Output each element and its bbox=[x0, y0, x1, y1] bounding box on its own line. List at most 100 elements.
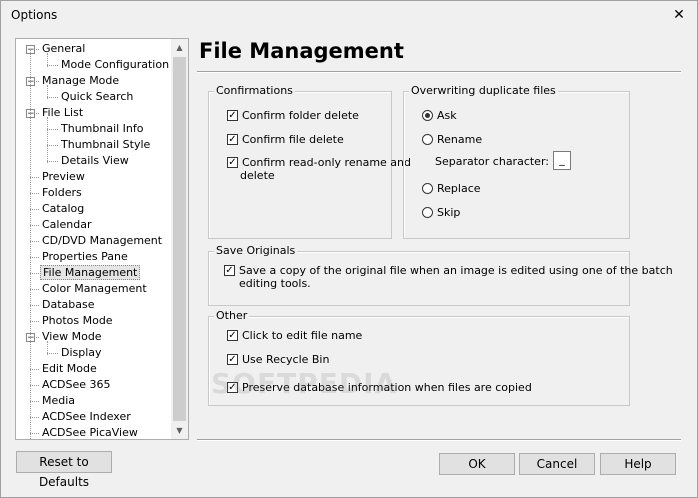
tree-connector bbox=[47, 341, 48, 355]
tree-item-label: Quick Search bbox=[61, 90, 134, 103]
tree-connector bbox=[30, 417, 39, 418]
tree-item-label: Thumbnail Style bbox=[61, 138, 151, 151]
cancel-button[interactable]: Cancel bbox=[519, 453, 595, 475]
scroll-down-icon[interactable]: ▼ bbox=[171, 422, 188, 439]
tree-item[interactable]: Photos Mode bbox=[40, 313, 115, 329]
tree-connector bbox=[30, 257, 39, 258]
radio-icon bbox=[422, 207, 433, 218]
tree-item[interactable]: ACDSee 365 bbox=[40, 377, 113, 393]
tree-item-label: ACDSee PicaView bbox=[42, 426, 138, 439]
tree-item[interactable]: Manage Mode bbox=[40, 73, 121, 89]
tree-connector bbox=[30, 209, 39, 210]
checkbox-checked-icon: ✓ bbox=[227, 354, 238, 365]
tree-item-label: Mode Configuration bbox=[61, 58, 170, 71]
tree-item[interactable]: Properties Pane bbox=[40, 249, 130, 265]
tree-item-label: Display bbox=[61, 346, 102, 359]
radio-icon bbox=[422, 134, 433, 145]
tree-item[interactable]: Media bbox=[40, 393, 77, 409]
tree-item[interactable]: View Mode bbox=[40, 329, 104, 345]
scroll-thumb[interactable] bbox=[173, 57, 186, 421]
overwriting-group: Overwriting duplicate files Ask Rename S… bbox=[403, 84, 630, 239]
tree-item[interactable]: Calendar bbox=[40, 217, 93, 233]
tree-connector bbox=[30, 49, 31, 439]
tree-connector bbox=[47, 353, 58, 354]
tree-connector bbox=[30, 273, 39, 274]
tree-item[interactable]: Thumbnail Style bbox=[59, 137, 152, 153]
checkbox-checked-icon: ✓ bbox=[227, 382, 238, 393]
tree-item[interactable]: CD/DVD Management bbox=[40, 233, 164, 249]
confirmations-group: Confirmations ✓ Confirm folder delete ✓ … bbox=[208, 84, 411, 239]
tree-item[interactable]: ACDSee PicaView bbox=[40, 425, 140, 439]
reset-defaults-button[interactable]: Reset to Defaults bbox=[16, 451, 112, 489]
help-button[interactable]: Help bbox=[600, 453, 676, 475]
tree-item-label: Details View bbox=[61, 154, 129, 167]
tree-connector bbox=[47, 117, 48, 163]
tree-item-label: Edit Mode bbox=[42, 362, 97, 375]
tree-scrollbar[interactable]: ▲ ▼ bbox=[171, 39, 188, 439]
tree-connector bbox=[30, 305, 39, 306]
tree-item[interactable]: Preview bbox=[40, 169, 87, 185]
separator-label: Separator character: bbox=[435, 155, 549, 168]
tree-item[interactable]: Display bbox=[59, 345, 104, 361]
header-divider bbox=[197, 71, 681, 73]
tree-item-label: Properties Pane bbox=[42, 250, 128, 263]
ok-button[interactable]: OK bbox=[439, 453, 515, 475]
tree-connector bbox=[30, 225, 39, 226]
tree-item[interactable]: ACDSee Indexer bbox=[40, 409, 133, 425]
other-label: Other bbox=[214, 309, 250, 322]
confirmations-label: Confirmations bbox=[214, 84, 295, 97]
tree-connector bbox=[30, 177, 39, 178]
options-tree[interactable]: General − Mode Configuration Manage Mode − Qu… bbox=[15, 38, 189, 440]
tree-item[interactable]: Color Management bbox=[40, 281, 149, 297]
options-window: Options ✕ General − Mode Configuration Mana… bbox=[0, 0, 698, 498]
tree-item-label: File Management bbox=[40, 265, 141, 280]
tree-item[interactable]: Details View bbox=[59, 153, 131, 169]
tree-connector bbox=[30, 321, 39, 322]
footer-divider bbox=[197, 439, 681, 441]
tree-item-label: ACDSee 365 bbox=[42, 378, 111, 391]
tree-item-label: Photos Mode bbox=[42, 314, 113, 327]
tree-list: General − Mode Configuration Manage Mode − Qu… bbox=[16, 39, 171, 439]
tree-connector bbox=[30, 401, 39, 402]
tree-item[interactable]: Quick Search bbox=[59, 89, 135, 105]
tree-connector bbox=[30, 193, 39, 194]
separator-input[interactable]: _ bbox=[553, 151, 571, 170]
checkbox-checked-icon: ✓ bbox=[224, 265, 235, 276]
tree-item[interactable]: Database bbox=[40, 297, 97, 313]
checkbox-checked-icon: ✓ bbox=[227, 157, 238, 168]
tree-connector bbox=[30, 433, 39, 434]
tree-item-label: ACDSee Indexer bbox=[42, 410, 131, 423]
tree-connector bbox=[47, 85, 48, 99]
tree-item-label: View Mode bbox=[42, 330, 102, 343]
tree-item-label: Media bbox=[42, 394, 76, 407]
checkbox-checked-icon: ✓ bbox=[227, 110, 238, 121]
checkbox-checked-icon: ✓ bbox=[227, 134, 238, 145]
tree-item[interactable]: Mode Configuration bbox=[59, 57, 171, 73]
tree-item-label: Database bbox=[42, 298, 95, 311]
tree-connector bbox=[47, 65, 58, 66]
close-icon[interactable]: ✕ bbox=[669, 5, 689, 25]
tree-connector bbox=[47, 53, 48, 67]
tree-item[interactable]: Catalog bbox=[40, 201, 86, 217]
tree-connector bbox=[30, 385, 39, 386]
tree-connector bbox=[30, 241, 39, 242]
tree-connector bbox=[47, 161, 58, 162]
tree-connector bbox=[47, 129, 58, 130]
save-originals-group: Save Originals ✓ Save a copy of the orig… bbox=[208, 244, 673, 306]
tree-item-label: Manage Mode bbox=[42, 74, 120, 87]
overwriting-label: Overwriting duplicate files bbox=[409, 84, 558, 97]
tree-connector bbox=[30, 289, 39, 290]
tree-item[interactable]: Folders bbox=[40, 185, 84, 201]
page-title: File Management bbox=[199, 39, 404, 63]
window-title: Options bbox=[11, 8, 58, 22]
radio-selected-icon bbox=[422, 110, 433, 121]
tree-item[interactable]: Edit Mode bbox=[40, 361, 99, 377]
title-bar: Options ✕ bbox=[1, 1, 697, 29]
tree-item[interactable]: Thumbnail Info bbox=[59, 121, 146, 137]
tree-item[interactable]: File Management bbox=[40, 265, 141, 281]
scroll-up-icon[interactable]: ▲ bbox=[171, 39, 188, 56]
other-group: Other ✓ Click to edit file name ✓ Use Re… bbox=[208, 309, 630, 406]
tree-item-label: Thumbnail Info bbox=[61, 122, 144, 135]
checkbox-checked-icon: ✓ bbox=[227, 330, 238, 341]
save-originals-label: Save Originals bbox=[214, 244, 298, 257]
